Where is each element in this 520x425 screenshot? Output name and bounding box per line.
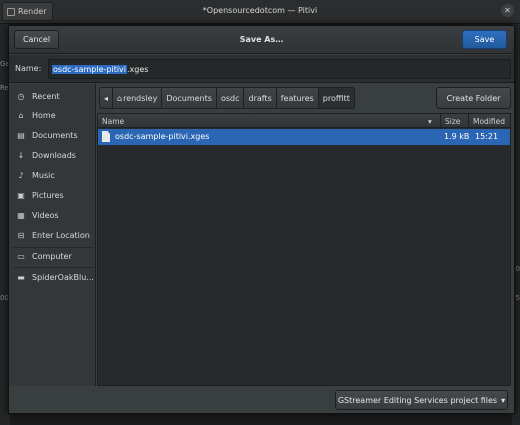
file-size: 1.9 kB (444, 132, 470, 141)
clock-icon: ◷ (17, 92, 25, 101)
file-list: Name ▾ Size Modified osdc-sample-pitivi.… (97, 113, 511, 386)
column-divider (440, 114, 441, 128)
sidebar-item-label: Enter Location (32, 231, 90, 240)
document-icon: ▤ (17, 131, 25, 140)
chevron-left-icon: ◂ (103, 93, 108, 103)
filename-extension: .xges (127, 65, 149, 74)
path-bar: ◂ ⌂ rendsley Documents osdc drafts featur… (99, 87, 355, 109)
home-icon: ⌂ (18, 111, 24, 120)
sidebar-item-spideroak[interactable]: ▬ SpiderOakBlu... (9, 268, 96, 287)
column-divider (468, 114, 469, 128)
video-icon: ▦ (17, 211, 25, 220)
sidebar-item-videos[interactable]: ▦ Videos (9, 206, 96, 225)
path-crumb[interactable]: Documents (162, 87, 217, 109)
save-button[interactable]: Save (462, 30, 507, 49)
path-crumb[interactable]: drafts (244, 87, 277, 109)
name-row: Name: osdc-sample-pitivi.xges (9, 55, 514, 83)
sidebar-item-label: Music (32, 171, 55, 180)
filename-input[interactable]: osdc-sample-pitivi.xges (48, 59, 511, 79)
sidebar-item-computer[interactable]: ▭ Computer (9, 247, 96, 266)
sidebar-item-label: Documents (32, 131, 78, 140)
sidebar-item-label: Downloads (32, 151, 76, 160)
path-crumb[interactable]: features (276, 87, 319, 109)
filename-selection: osdc-sample-pitivi (52, 65, 128, 74)
sidebar-item-label: Recent (32, 92, 60, 101)
sidebar-item-label: Videos (32, 211, 59, 220)
app-titlebar: Render *Opensourcedotcom — Pitivi ✕ (0, 0, 520, 24)
home-icon: ⌂ (117, 93, 123, 103)
file-icon (102, 131, 110, 142)
column-header-modified[interactable]: Modified (473, 117, 505, 126)
dialog-header: Cancel Save As… Save (9, 26, 514, 54)
sidebar-item-enter-location[interactable]: ⊟ Enter Location (9, 226, 96, 245)
path-crumb[interactable]: osdc (216, 87, 245, 109)
path-back-button[interactable]: ◂ (99, 87, 113, 109)
sidebar-item-home[interactable]: ⌂ Home (9, 106, 96, 125)
column-header-name[interactable]: Name (102, 117, 124, 126)
sidebar-item-pictures[interactable]: ▣ Pictures (9, 186, 96, 205)
window-title: *Opensourcedotcom — Pitivi (202, 6, 318, 15)
sidebar-item-label: Pictures (32, 191, 64, 200)
sort-descending-icon[interactable]: ▾ (428, 117, 432, 126)
file-type-filter[interactable]: GStreamer Editing Services project files… (335, 390, 508, 410)
create-folder-button[interactable]: Create Folder (436, 87, 511, 109)
dialog-title: Save As… (239, 35, 284, 44)
close-icon[interactable]: ✕ (501, 4, 514, 17)
location-icon: ⊟ (17, 231, 25, 240)
sidebar-item-music[interactable]: ♪ Music (9, 166, 96, 185)
computer-icon: ▭ (17, 252, 25, 261)
places-sidebar: ◷ Recent ⌂ Home ▤ Documents ↓ Downloads … (9, 84, 96, 386)
column-header-size[interactable]: Size (445, 117, 460, 126)
chevron-down-icon: ▾ (501, 395, 506, 405)
drive-icon: ▬ (17, 273, 25, 282)
file-row[interactable]: osdc-sample-pitivi.xges 1.9 kB 15:21 (98, 129, 510, 145)
filter-label: GStreamer Editing Services project files (337, 395, 498, 405)
file-modified: 15:21 (475, 132, 499, 141)
picture-icon: ▣ (17, 191, 25, 200)
save-as-dialog: Cancel Save As… Save Name: osdc-sample-p… (8, 25, 515, 414)
path-crumb-current[interactable]: proffitt (318, 87, 355, 109)
music-icon: ♪ (18, 171, 24, 180)
download-icon: ↓ (17, 151, 25, 160)
name-label: Name: (15, 64, 42, 73)
crumb-label: rendsley (123, 93, 158, 103)
sidebar-item-label: Home (32, 111, 56, 120)
sidebar-item-label: SpiderOakBlu... (32, 273, 94, 282)
path-crumb-home[interactable]: ⌂ rendsley (113, 87, 163, 109)
filename-text: osdc-sample-pitivi.xges (52, 65, 148, 74)
sidebar-item-documents[interactable]: ▤ Documents (9, 126, 96, 145)
file-list-header: Name ▾ Size Modified (98, 114, 510, 128)
sidebar-item-downloads[interactable]: ↓ Downloads (9, 146, 96, 165)
sidebar-item-label: Computer (32, 252, 72, 261)
sidebar-item-recent[interactable]: ◷ Recent (9, 87, 96, 106)
file-name: osdc-sample-pitivi.xges (115, 132, 210, 141)
